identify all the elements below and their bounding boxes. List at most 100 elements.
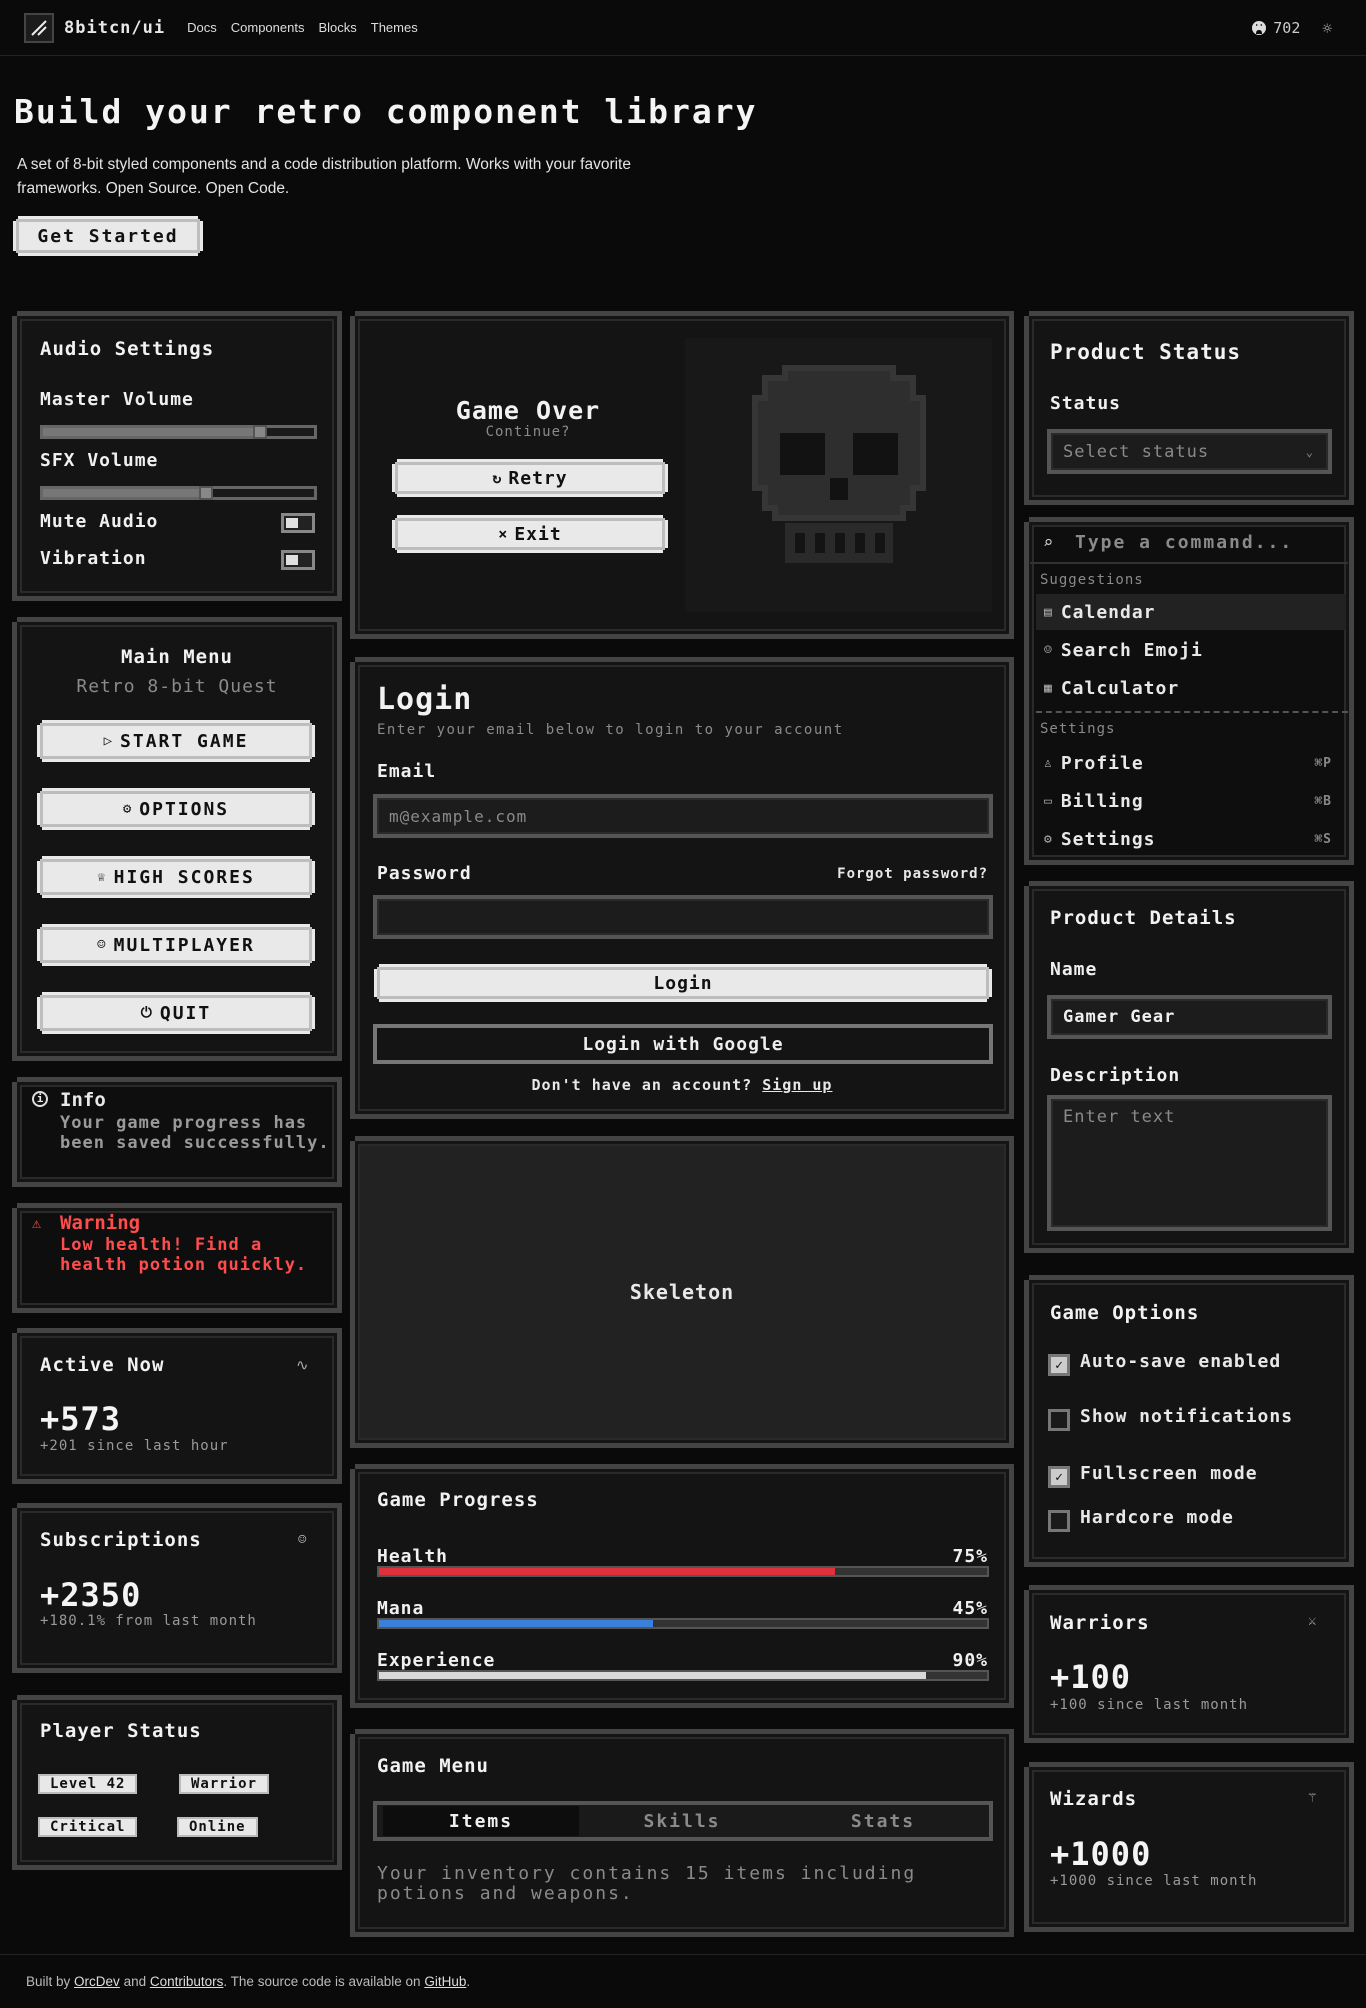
suggestions-heading: Suggestions — [1040, 572, 1144, 588]
progress-label: Health — [377, 1546, 449, 1567]
user-icon: ♙ — [1044, 755, 1053, 771]
tab-items[interactable]: Items — [383, 1806, 579, 1836]
footer-author-link[interactable]: OrcDev — [74, 1974, 120, 1989]
progress-fill — [379, 1620, 653, 1627]
nav-blocks[interactable]: Blocks — [318, 20, 356, 35]
warriors-value: +100 — [1050, 1658, 1132, 1696]
footer-prefix: Built by — [26, 1974, 71, 1989]
skull-image — [685, 338, 992, 612]
calendar-icon: ▤ — [1044, 604, 1053, 620]
active-now-note: +201 since last hour — [40, 1438, 229, 1454]
info-alert-body: Your game progress has been saved succes… — [60, 1113, 330, 1153]
wand-icon: ⚚ — [1308, 1790, 1317, 1806]
brand-name[interactable]: 8bitcn/ui — [64, 18, 165, 38]
exit-label: Exit — [514, 523, 562, 545]
sfx-volume-label: SFX Volume — [40, 450, 159, 471]
command-divider — [1030, 562, 1348, 564]
email-input[interactable]: m@example.com — [373, 794, 993, 838]
warriors-note: +100 since last month — [1050, 1697, 1249, 1713]
mute-audio-switch[interactable] — [281, 513, 315, 533]
command-input[interactable]: Type a command... — [1075, 532, 1293, 553]
name-input[interactable]: Gamer Gear — [1047, 995, 1332, 1039]
command-item-search-emoji[interactable]: ☺ Search Emoji — [1036, 632, 1346, 668]
progress-percent: 75% — [952, 1546, 988, 1567]
check-icon: ✓ — [1055, 1469, 1063, 1485]
tab-content: Your inventory contains 15 items includi… — [377, 1863, 917, 1904]
footer-contributors-link[interactable]: Contributors — [150, 1974, 224, 1989]
option-checkbox[interactable]: ✓ — [1048, 1466, 1070, 1488]
subscriptions-value: +2350 — [40, 1576, 142, 1614]
settings-heading: Settings — [1040, 721, 1116, 737]
login-subtitle: Enter your email below to login to your … — [377, 722, 844, 738]
command-item-settings[interactable]: ⚙ Settings ⌘S — [1036, 821, 1346, 857]
product-status-title: Product Status — [1050, 340, 1242, 364]
description-textarea[interactable]: Enter text — [1047, 1095, 1332, 1231]
status-select[interactable]: Select status ⌄ — [1047, 429, 1332, 474]
active-now-title: Active Now — [40, 1354, 165, 1376]
command-item-profile[interactable]: ♙ Profile ⌘P — [1036, 745, 1346, 781]
master-volume-slider[interactable] — [40, 425, 317, 439]
vibration-switch[interactable] — [281, 550, 315, 570]
github-stars: 702 — [1273, 19, 1301, 37]
password-input[interactable] — [373, 895, 993, 939]
theme-toggle-sun-icon[interactable]: ☼ — [1322, 19, 1332, 38]
tab-stats[interactable]: Stats — [785, 1806, 981, 1836]
info-icon: i — [32, 1091, 48, 1107]
command-item-billing[interactable]: ▭ Billing ⌘B — [1036, 783, 1346, 819]
multiplayer-button[interactable]: ☺ MULTIPLAYER — [40, 927, 312, 963]
command-item-calculator[interactable]: ▦ Calculator — [1036, 670, 1346, 706]
retry-button[interactable]: ↻ Retry — [395, 462, 665, 494]
quit-button[interactable]: ⏻ QUIT — [40, 995, 312, 1031]
game-over-subtitle: Continue? — [485, 424, 571, 440]
signup-link[interactable]: Sign up — [762, 1076, 832, 1094]
tab-skills[interactable]: Skills — [584, 1806, 780, 1836]
top-navbar: 8bitcn/ui Docs Components Blocks Themes … — [0, 0, 1366, 56]
no-account-text: Don't have an account? — [531, 1076, 753, 1094]
sfx-volume-fill — [43, 489, 206, 497]
github-link[interactable]: 702 — [1251, 19, 1300, 37]
progress-track — [377, 1618, 989, 1629]
nav-docs[interactable]: Docs — [187, 20, 217, 35]
hero-description: A set of 8-bit styled components and a c… — [17, 156, 631, 197]
sfx-volume-thumb[interactable] — [198, 486, 213, 500]
footer-github-link[interactable]: GitHub — [424, 1974, 466, 1989]
check-icon: ✓ — [1055, 1357, 1063, 1373]
menu-item-label: QUIT — [159, 1002, 212, 1024]
password-label: Password — [377, 863, 472, 884]
power-icon: ⏻ — [140, 1005, 154, 1021]
master-volume-thumb[interactable] — [252, 425, 267, 439]
nav-themes[interactable]: Themes — [371, 20, 418, 35]
get-started-button[interactable]: Get Started — [16, 219, 200, 253]
option-checkbox[interactable] — [1048, 1510, 1070, 1532]
active-now-value: +573 — [40, 1400, 122, 1438]
start-game-button[interactable]: ▷ START GAME — [40, 723, 312, 759]
login-button[interactable]: Login — [377, 967, 989, 999]
progress-track — [377, 1566, 989, 1577]
master-volume-fill — [43, 428, 260, 436]
options-button[interactable]: ⚙ OPTIONS — [40, 791, 312, 827]
command-item-calendar[interactable]: ▤ Calendar — [1036, 594, 1346, 630]
player-status-title: Player Status — [40, 1720, 202, 1742]
master-volume-label: Master Volume — [40, 389, 194, 410]
card-icon: ▭ — [1044, 793, 1053, 809]
logo-icon[interactable] — [24, 12, 54, 43]
command-item-label: Profile — [1060, 752, 1144, 774]
progress-percent: 90% — [952, 1650, 988, 1671]
forgot-password-link[interactable]: Forgot password? — [837, 866, 988, 882]
option-checkbox[interactable]: ✓ — [1048, 1354, 1070, 1376]
smile-icon: ☺ — [1044, 642, 1053, 658]
option-checkbox[interactable] — [1048, 1409, 1070, 1431]
product-details-title: Product Details — [1050, 907, 1237, 929]
footer-mid: . The source code is available on — [223, 1974, 421, 1989]
vibration-label: Vibration — [40, 548, 147, 569]
subscriptions-note: +180.1% from last month — [40, 1613, 257, 1629]
email-label: Email — [377, 761, 437, 782]
gear-icon: ⚙ — [1044, 831, 1053, 847]
high-scores-button[interactable]: ♕ HIGH SCORES — [40, 859, 312, 895]
exit-button[interactable]: × Exit — [395, 518, 665, 550]
login-with-google-button[interactable]: Login with Google — [373, 1024, 993, 1064]
nav-components[interactable]: Components — [231, 20, 305, 35]
option-label: Hardcore mode — [1080, 1507, 1234, 1528]
option-label: Auto-save enabled — [1080, 1351, 1282, 1372]
sfx-volume-slider[interactable] — [40, 486, 317, 500]
